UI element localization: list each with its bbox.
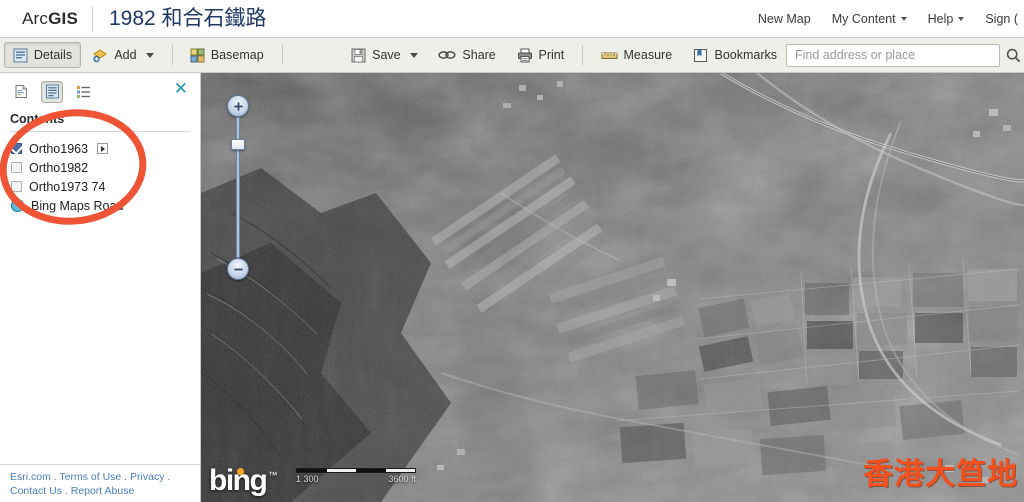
share-link-icon [438, 49, 456, 61]
measure-label: Measure [623, 48, 673, 62]
footer-line-2: Contact Us . Report Abuse [10, 485, 135, 497]
save-icon [351, 48, 366, 63]
zoom-out-button[interactable] [227, 258, 249, 280]
scale-bar-segments [296, 468, 416, 473]
nav-help[interactable]: Help [928, 12, 965, 26]
layer-label: Ortho1963 [29, 141, 89, 156]
add-layer-icon [92, 48, 108, 63]
bookmark-icon [693, 48, 708, 63]
print-icon [517, 48, 533, 63]
close-icon[interactable]: ✕ [174, 81, 188, 98]
legend-icon [76, 86, 90, 98]
header-divider [92, 5, 93, 32]
list-item[interactable]: Ortho1982 [0, 158, 200, 177]
details-label: Details [33, 48, 73, 62]
layer-label: Ortho1982 [29, 160, 89, 175]
nav-my-content-label: My Content [831, 11, 896, 26]
add-label: Add [114, 48, 137, 62]
trademark-symbol: ™ [268, 470, 278, 480]
save-label: Save [372, 48, 401, 62]
minus-icon [233, 268, 243, 270]
list-item[interactable]: Ortho1963 [0, 139, 200, 158]
nav-sign-in-label: Sign ( [985, 11, 1018, 26]
basemap-label: Basemap [210, 48, 264, 62]
measure-button[interactable]: Measure [592, 42, 682, 68]
contents-icon [45, 84, 59, 99]
plus-icon [233, 101, 243, 111]
print-button[interactable]: Print [508, 42, 574, 68]
save-button[interactable]: Save [342, 42, 427, 68]
layer-label: Bing Maps Road [31, 198, 124, 213]
details-icon [13, 48, 28, 63]
scale-bar-labels: 1 300 3600 ft [296, 474, 416, 484]
ruler-icon [601, 49, 618, 62]
link-privacy[interactable]: Privacy [130, 471, 164, 483]
expand-layer-icon[interactable] [97, 143, 109, 154]
brand-prefix: Arc [22, 8, 49, 28]
nav-my-content[interactable]: My Content [832, 12, 907, 26]
nav-help-label: Help [927, 11, 954, 26]
app-header: ArcGIS 1982 和合石鐵路 New Map My Content Hel… [0, 0, 1024, 37]
zoom-in-button[interactable] [227, 95, 249, 117]
add-button[interactable]: Add [83, 42, 162, 68]
share-button[interactable]: Share [429, 42, 504, 68]
scale-label-imperial: 3600 ft [388, 474, 416, 484]
about-tab[interactable] [10, 81, 32, 103]
brand-suffix: GIS [48, 8, 78, 28]
legend-tab[interactable] [72, 81, 94, 103]
zoom-slider[interactable] [227, 95, 249, 280]
nav-sign-in[interactable]: Sign ( [985, 12, 1018, 26]
basemap-grid-icon [190, 48, 205, 63]
print-label: Print [538, 48, 565, 62]
list-item[interactable]: Bing Maps Road [0, 196, 200, 215]
map-canvas[interactable]: bing ™ 1 300 3600 ft 香港大笪地 [201, 73, 1024, 502]
zoom-handle[interactable] [231, 139, 245, 150]
watermark: 香港大笪地 [863, 457, 1018, 492]
contents-tab[interactable] [41, 80, 63, 103]
layer-checkbox[interactable] [11, 162, 22, 173]
layer-checkbox[interactable] [11, 181, 22, 192]
nav-new-map-label: New Map [757, 11, 811, 26]
layer-checkbox[interactable] [11, 143, 22, 154]
layer-label: Ortho1973 74 [29, 179, 106, 194]
details-button[interactable]: Details [3, 42, 82, 68]
link-terms-of-use[interactable]: Terms of Use [59, 471, 121, 483]
aerial-imagery [201, 73, 1024, 502]
map-toolbar: Details Add Basemap Save Share Print Mea… [0, 37, 1024, 73]
header-nav: New Map My Content Help Sign ( [758, 12, 1024, 26]
scale-label-metric: 1 300 [296, 474, 319, 484]
globe-icon[interactable] [11, 199, 24, 212]
footer-line-1: Esri.com . Terms of Use . Privacy . [10, 471, 171, 483]
search-container [786, 43, 1024, 67]
layer-list: Ortho1963 Ortho1982 Ortho1973 74 Bing Ma… [0, 139, 200, 215]
bing-dot-icon [237, 468, 244, 475]
share-label: Share [462, 48, 496, 62]
scale-bar: 1 300 3600 ft [296, 468, 416, 485]
arcgis-map-viewer: ArcGIS 1982 和合石鐵路 New Map My Content Hel… [0, 0, 1024, 502]
chevron-down-icon [958, 17, 965, 22]
nav-new-map[interactable]: New Map [758, 12, 811, 26]
bookmarks-button[interactable]: Bookmarks [684, 42, 786, 68]
page-title: 1982 和合石鐵路 [109, 7, 267, 30]
panel-tab-strip: ✕ [0, 73, 200, 103]
contents-panel: ✕ Contents Ortho1963 Ortho1982 Ortho1973… [0, 73, 201, 502]
link-report-abuse[interactable]: Report Abuse [71, 485, 135, 497]
chevron-down-icon [409, 52, 418, 58]
panel-footer: Esri.com . Terms of Use . Privacy . Cont… [0, 464, 200, 502]
link-esri-com[interactable]: Esri.com [10, 471, 51, 483]
list-item[interactable]: Ortho1973 74 [0, 177, 200, 196]
arcgis-logo[interactable]: ArcGIS [0, 9, 78, 29]
search-box[interactable] [786, 43, 1001, 67]
basemap-button[interactable]: Basemap [181, 42, 273, 68]
search-input[interactable] [795, 48, 992, 62]
chevron-down-icon [900, 17, 907, 22]
about-icon [15, 85, 27, 98]
bookmarks-label: Bookmarks [714, 48, 778, 62]
search-icon[interactable] [1002, 44, 1024, 67]
link-contact-us[interactable]: Contact Us [10, 485, 62, 497]
panel-heading: Contents [10, 112, 190, 132]
chevron-down-icon [145, 52, 154, 58]
